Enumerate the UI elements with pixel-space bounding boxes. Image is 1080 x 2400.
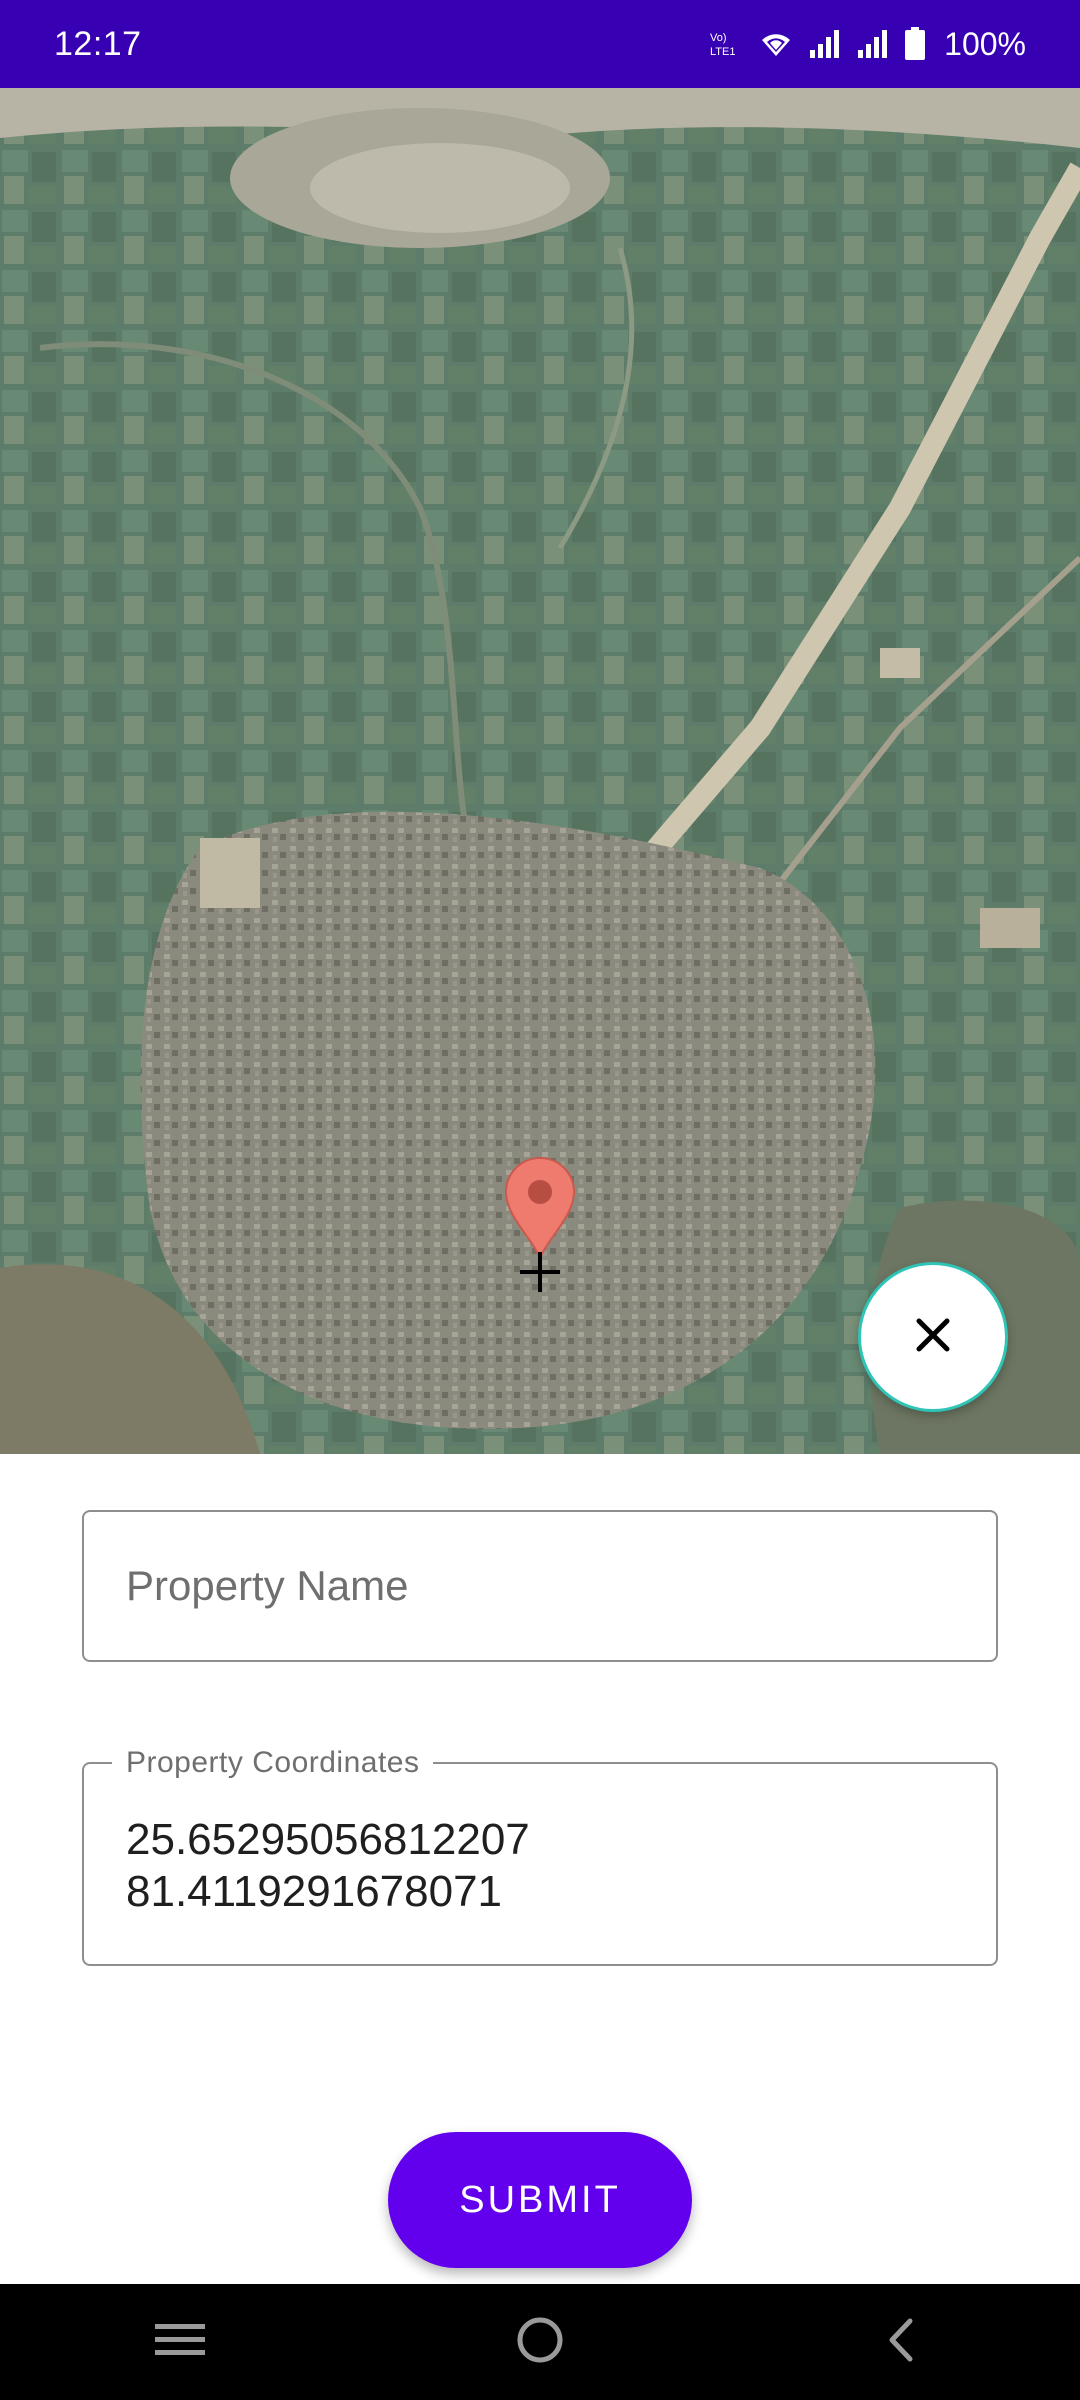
property-coordinates-label: Property Coordinates: [112, 1746, 434, 1780]
signal-icon: [856, 28, 890, 60]
back-button[interactable]: [840, 2302, 960, 2382]
location-pin-icon: [502, 1156, 578, 1265]
home-icon: [515, 2315, 565, 2370]
close-button[interactable]: [858, 1262, 1008, 1412]
status-bar: 12:17 Vo) LTE1 100%: [0, 0, 1080, 88]
property-name-field[interactable]: Property Name: [82, 1510, 998, 1662]
submit-button[interactable]: SUBMIT: [388, 2132, 692, 2268]
system-nav-bar: [0, 2284, 1080, 2400]
volte-icon: Vo) LTE1: [708, 29, 744, 59]
back-icon: [880, 2315, 920, 2370]
svg-text:LTE1: LTE1: [710, 46, 735, 58]
close-icon: [915, 1317, 951, 1358]
home-button[interactable]: [480, 2302, 600, 2382]
crosshair-icon: [520, 1252, 560, 1297]
menu-icon: [155, 2320, 205, 2365]
property-coordinates-value: 25.65295056812207 81.4119291678071: [126, 1815, 530, 1916]
svg-text:Vo): Vo): [710, 32, 727, 44]
status-time: 12:17: [54, 24, 142, 63]
battery-percent: 100%: [944, 25, 1026, 62]
property-coordinates-field[interactable]: Property Coordinates 25.65295056812207 8…: [82, 1746, 998, 1966]
status-icons: Vo) LTE1 100%: [708, 26, 1026, 63]
battery-icon: [904, 27, 926, 61]
wifi-icon: [758, 28, 794, 60]
property-name-placeholder: Property Name: [126, 1562, 409, 1609]
satellite-map[interactable]: [0, 88, 1080, 1454]
menu-button[interactable]: [120, 2302, 240, 2382]
signal-icon: [808, 28, 842, 60]
